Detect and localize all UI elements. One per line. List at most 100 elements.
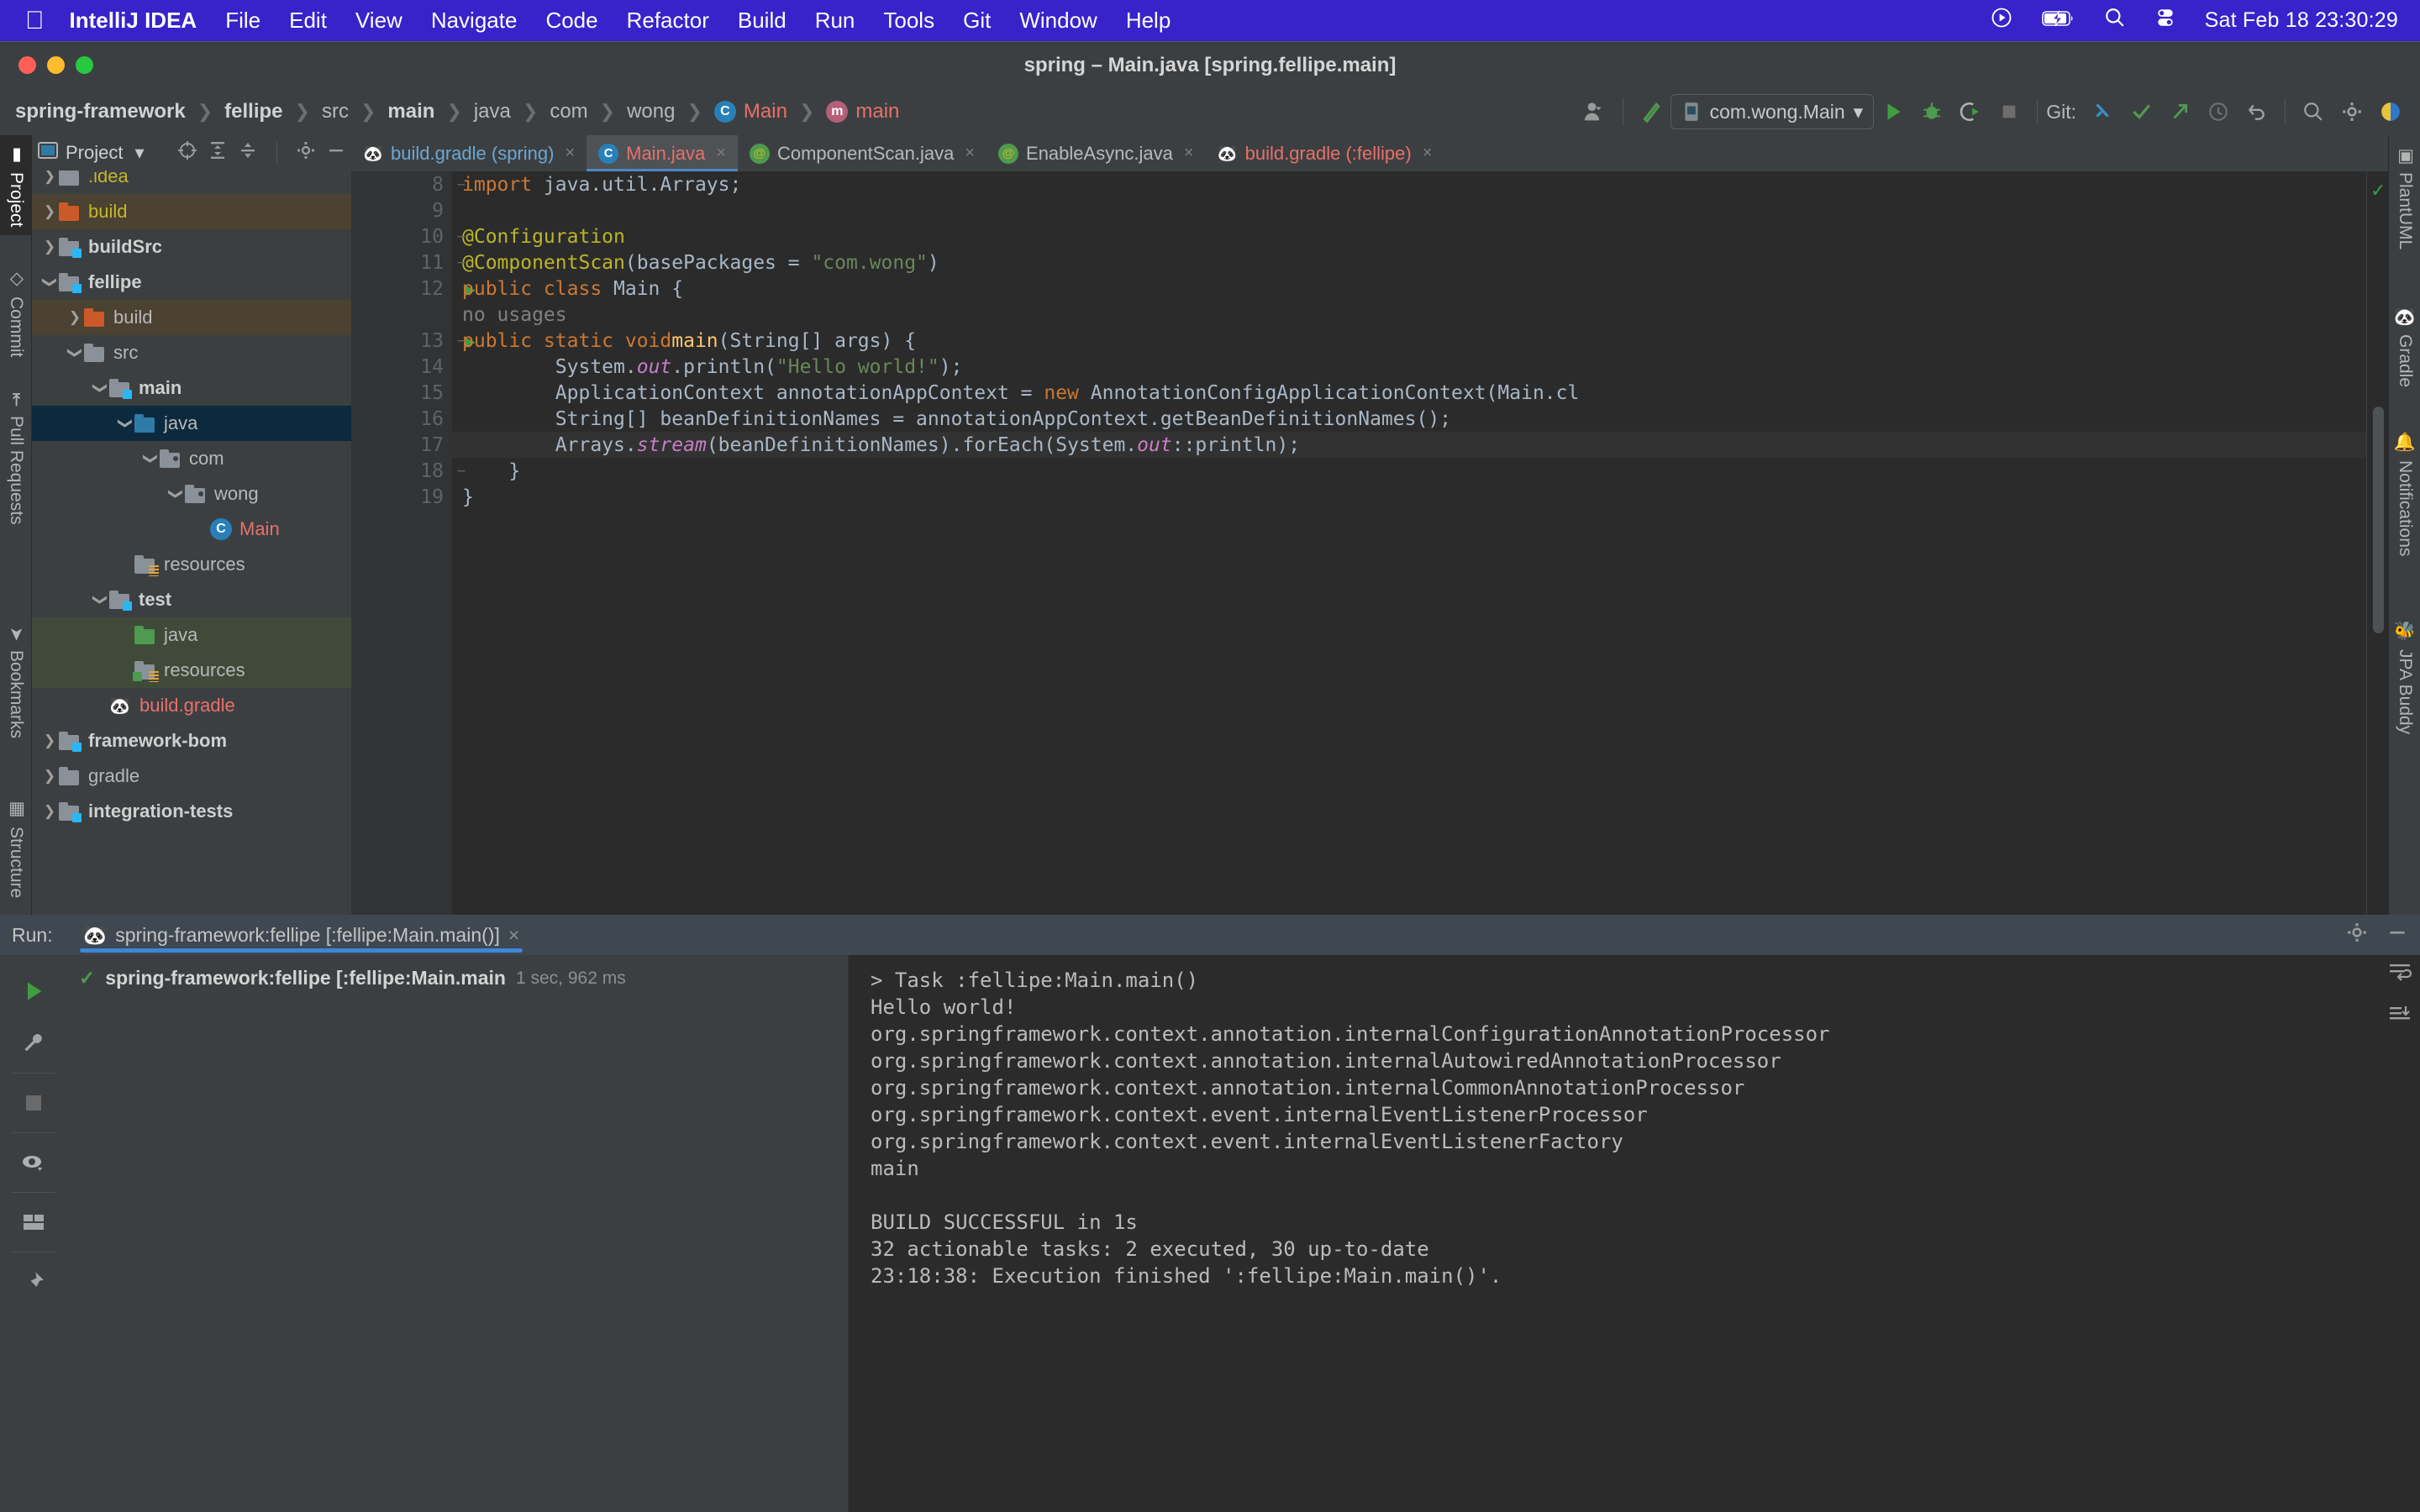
wrench-settings-icon[interactable]: [8, 1017, 60, 1069]
tree-expand-arrow[interactable]: ❯: [66, 309, 84, 326]
maximize-window-button[interactable]: [76, 56, 93, 74]
breadcrumb-item-main-class[interactable]: Main: [744, 100, 787, 123]
close-icon[interactable]: ×: [1423, 144, 1433, 163]
sidebar-item-commit[interactable]: ◇ Commit: [0, 260, 32, 365]
menu-app-name[interactable]: IntelliJ IDEA: [70, 8, 197, 34]
rollback-icon[interactable]: [2238, 92, 2276, 131]
menu-help[interactable]: Help: [1126, 8, 1171, 34]
tree-item-build[interactable]: ❯ build: [32, 300, 351, 335]
editor-gutter[interactable]: 8 9 10 11 12 ▶ 13 ▶ 14 15 16 17 18 19: [351, 171, 476, 915]
editor-tab-build-gradle-spring-[interactable]: 🐼 build.gradle (spring) ×: [351, 135, 587, 171]
breadcrumb-item-wong[interactable]: wong: [627, 100, 675, 123]
editor-tab-bar[interactable]: 🐼 build.gradle (spring) × C Main.java × @ Compo…: [351, 135, 2388, 171]
tree-item-java[interactable]: java: [32, 617, 351, 653]
editor-tab-enableasync-java[interactable]: @ EnableAsync.java ×: [986, 135, 1206, 171]
code-editor[interactable]: 8 9 10 11 12 ▶ 13 ▶ 14 15 16 17 18 19 − import java.ut…: [351, 171, 2388, 915]
tree-item--idea[interactable]: ❯ .idea: [32, 171, 351, 194]
git-update-icon[interactable]: [2083, 92, 2122, 131]
sidebar-item-jpa-buddy[interactable]: 🐝 JPA Buddy: [2389, 614, 2420, 741]
layout-icon[interactable]: [8, 1196, 60, 1248]
history-icon[interactable]: [2199, 92, 2238, 131]
tree-item-resources[interactable]: resources: [32, 653, 351, 688]
code-line[interactable]: [452, 197, 2366, 223]
fold-icon[interactable]: −: [452, 176, 471, 193]
menu-clock[interactable]: Sat Feb 18 23:30:29: [2205, 8, 2398, 33]
sidebar-item-bookmarks[interactable]: ➤ Bookmarks: [0, 618, 32, 747]
git-commit-icon[interactable]: [2122, 92, 2160, 131]
sidebar-item-plantuml[interactable]: ▣ PlantUML: [2389, 139, 2420, 256]
code-line[interactable]: }: [452, 484, 2366, 510]
stop-icon[interactable]: [1990, 92, 2028, 131]
code-line[interactable]: no usages: [452, 302, 2366, 328]
rerun-icon[interactable]: [8, 965, 60, 1017]
code-line[interactable]: Arrays. stream (beanDefinitionNames).forEa…: [452, 432, 2366, 458]
run-icon[interactable]: [1874, 92, 1912, 131]
menu-edit[interactable]: Edit: [289, 8, 327, 34]
tree-expand-arrow[interactable]: ❯: [91, 591, 109, 608]
tree-expand-arrow[interactable]: ❯: [40, 732, 59, 749]
sidebar-item-notifications[interactable]: 🔔 Notifications: [2389, 425, 2420, 563]
tree-expand-arrow[interactable]: ❯: [40, 768, 59, 785]
close-icon[interactable]: ×: [716, 144, 726, 163]
code-line[interactable]: − }: [452, 458, 2366, 484]
editor-tab-componentscan-java[interactable]: @ ComponentScan.java ×: [738, 135, 986, 171]
sidebar-item-pull-requests[interactable]: ⇤ Pull Requests: [0, 384, 32, 533]
run-console[interactable]: > Task :fellipe:Main.main() Hello world! o…: [849, 955, 2420, 1512]
fold-icon[interactable]: −: [452, 333, 471, 349]
breadcrumb-item-com[interactable]: com: [550, 100, 587, 123]
code-line[interactable]: − @ComponentScan (basePackages = "com.wong…: [452, 249, 2366, 276]
battery-charging-icon[interactable]: [2041, 8, 2075, 34]
tree-item-gradle[interactable]: ❯ gradle: [32, 759, 351, 794]
close-icon[interactable]: ×: [1184, 144, 1194, 163]
fold-icon[interactable]: −: [452, 463, 471, 480]
tree-item-buildsrc[interactable]: ❯ buildSrc: [32, 229, 351, 265]
close-icon[interactable]: ×: [565, 144, 575, 163]
breadcrumb-item-spring-framework[interactable]: spring-framework: [15, 100, 186, 123]
stop-icon[interactable]: [8, 1077, 60, 1129]
menu-run[interactable]: Run: [815, 8, 855, 34]
fold-icon[interactable]: −: [452, 228, 471, 245]
user-avatar-icon[interactable]: [1576, 92, 1614, 131]
code-content[interactable]: − import java.util.Arrays; − @Configuration…: [452, 171, 2366, 915]
hide-icon[interactable]: [326, 140, 346, 165]
minimize-window-button[interactable]: [47, 56, 65, 74]
eye-filter-icon[interactable]: [8, 1137, 60, 1189]
code-line[interactable]: System. out .println("Hello world!");: [452, 354, 2366, 380]
locate-icon[interactable]: [177, 140, 197, 165]
tree-expand-arrow[interactable]: ❯: [40, 203, 59, 220]
soft-wrap-icon[interactable]: [2388, 962, 2412, 990]
editor-scrollbar[interactable]: [2373, 407, 2384, 633]
tree-item-framework-bom[interactable]: ❯ framework-bom: [32, 723, 351, 759]
code-line[interactable]: − import java.util.Arrays;: [452, 171, 2366, 197]
tree-item-fellipe[interactable]: ❯ fellipe: [32, 265, 351, 300]
run-result-tree[interactable]: ✓ spring-framework:fellipe [:fellipe:Mai…: [67, 955, 849, 1512]
menu-tools[interactable]: Tools: [883, 8, 934, 34]
code-line[interactable]: public class Main {: [452, 276, 2366, 302]
tree-item-src[interactable]: ❯ src: [32, 335, 351, 370]
fold-icon[interactable]: −: [452, 255, 471, 271]
menu-navigate[interactable]: Navigate: [431, 8, 518, 34]
close-icon[interactable]: ×: [508, 924, 519, 947]
tree-item-build[interactable]: ❯ build: [32, 194, 351, 229]
tree-item-build-gradle[interactable]: 🐼 build.gradle: [32, 688, 351, 723]
tree-item-wong[interactable]: ❯ wong: [32, 476, 351, 512]
sidebar-item-gradle[interactable]: 🐼 Gradle: [2389, 299, 2420, 394]
sidebar-item-structure[interactable]: ▦ Structure: [0, 790, 32, 906]
build-hammer-icon[interactable]: [1632, 92, 1670, 131]
run-with-coverage-icon[interactable]: [1951, 92, 1990, 131]
breadcrumb-item-java[interactable]: java: [474, 100, 511, 123]
run-tab[interactable]: 🐼 spring-framework:fellipe [:fellipe:Mai…: [75, 915, 529, 955]
tree-expand-arrow[interactable]: ❯: [40, 803, 59, 820]
code-line[interactable]: ApplicationContext annotationAppContext …: [452, 380, 2366, 406]
menu-file[interactable]: File: [225, 8, 260, 34]
code-line[interactable]: − @Configuration: [452, 223, 2366, 249]
run-configuration-selector[interactable]: com.wong.Main ▾: [1670, 94, 1875, 129]
tree-item-java[interactable]: ❯ java: [32, 406, 351, 441]
menu-code[interactable]: Code: [545, 8, 597, 34]
expand-all-icon[interactable]: [208, 140, 228, 165]
tree-expand-arrow[interactable]: ❯: [91, 380, 109, 396]
menu-git[interactable]: Git: [963, 8, 991, 34]
collapse-all-icon[interactable]: [238, 140, 258, 165]
tree-expand-arrow[interactable]: ❯: [66, 344, 84, 361]
control-center-icon[interactable]: [2154, 7, 2176, 34]
